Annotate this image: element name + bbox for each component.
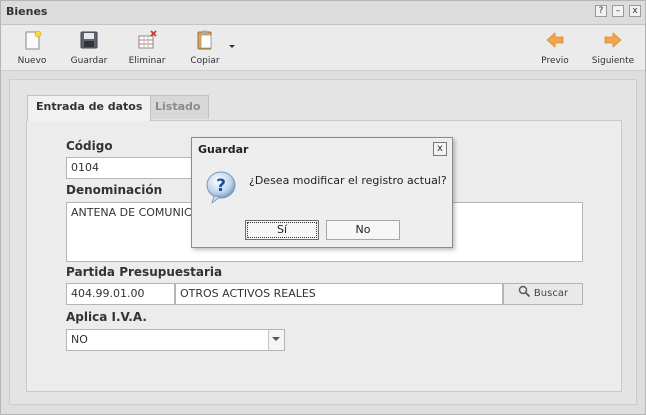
codigo-label: Código <box>66 139 113 153</box>
iva-label: Aplica I.V.A. <box>66 310 147 324</box>
codigo-input[interactable]: 0104 <box>66 157 196 179</box>
confirm-dialog: Guardar x ? ¿Desea modificar el registro… <box>191 137 453 248</box>
new-button-label: Nuevo <box>17 56 47 66</box>
floppy-disk-icon <box>80 31 98 49</box>
delete-table-icon <box>138 30 157 49</box>
partida-code-input[interactable]: 404.99.01.00 <box>66 283 175 305</box>
toolbar: Nuevo Guardar Eliminar Copiar Previo Sig… <box>1 25 645 71</box>
save-button-label: Guardar <box>70 56 108 66</box>
new-button[interactable]: Nuevo <box>11 25 53 70</box>
no-button[interactable]: No <box>326 220 400 240</box>
partida-description-input[interactable]: OTROS ACTIVOS REALES <box>175 283 503 305</box>
previous-button[interactable]: Previo <box>535 25 575 70</box>
iva-selected-value: NO <box>71 333 88 346</box>
delete-button-label: Eliminar <box>128 56 166 66</box>
question-icon: ? <box>206 171 236 204</box>
yes-button[interactable]: Sí <box>245 220 319 240</box>
arrow-left-icon <box>546 32 564 48</box>
copy-button[interactable]: Copiar <box>183 25 227 70</box>
chevron-down-icon <box>272 337 280 341</box>
arrow-right-icon <box>604 32 622 48</box>
magnifier-icon <box>518 285 531 298</box>
save-button[interactable]: Guardar <box>67 25 111 70</box>
dialog-close-button[interactable]: x <box>433 142 447 156</box>
help-button[interactable]: ? <box>595 5 607 17</box>
dialog-message: ¿Desea modificar el registro actual? <box>249 174 447 187</box>
minimize-button[interactable]: – <box>612 5 624 17</box>
tab-listado[interactable]: Listado <box>146 95 210 119</box>
delete-button[interactable]: Eliminar <box>125 25 169 70</box>
tab-entrada-de-datos[interactable]: Entrada de datos <box>27 95 152 121</box>
title-bar: Bienes ? – x <box>1 1 645 25</box>
search-button[interactable]: Buscar <box>503 283 583 305</box>
copy-button-label: Copiar <box>190 56 220 66</box>
next-button-label: Siguiente <box>591 56 635 66</box>
next-button[interactable]: Siguiente <box>589 25 637 70</box>
dialog-title: Guardar <box>198 143 249 156</box>
copy-dropdown-arrow-icon[interactable] <box>228 44 236 50</box>
svg-text:?: ? <box>216 176 226 196</box>
iva-select[interactable]: NO <box>66 329 285 351</box>
previous-button-label: Previo <box>541 56 569 66</box>
partida-label: Partida Presupuestaria <box>66 265 223 279</box>
close-button[interactable]: x <box>629 5 641 17</box>
denominacion-label: Denominación <box>66 183 163 197</box>
clipboard-icon <box>197 30 212 50</box>
window-title: Bienes <box>6 5 48 18</box>
search-button-label: Buscar <box>533 288 569 299</box>
select-dropdown-button[interactable] <box>268 330 284 350</box>
new-document-icon <box>25 30 42 50</box>
